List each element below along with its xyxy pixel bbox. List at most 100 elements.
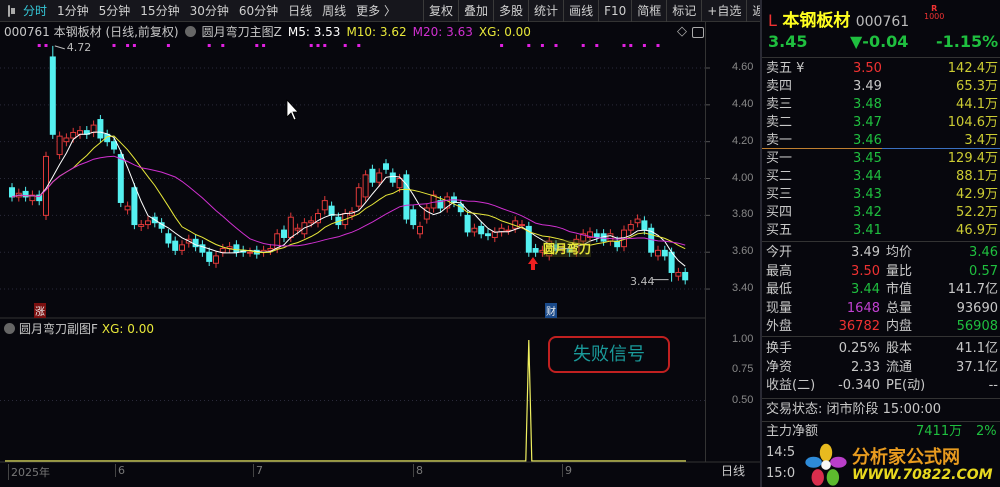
price-change: ▼-0.04 bbox=[850, 32, 909, 51]
flower-logo-icon bbox=[805, 443, 847, 486]
x-axis-label: 9 bbox=[562, 464, 572, 477]
candle-up bbox=[471, 227, 478, 233]
level-volume: 88.1万 bbox=[956, 169, 998, 184]
candle-up bbox=[63, 137, 70, 143]
level-price: 3.42 bbox=[853, 205, 882, 220]
multi-stock-button[interactable]: 多股 bbox=[493, 0, 528, 22]
order-book-row[interactable]: 买五 3.41 46.9万 bbox=[766, 222, 998, 240]
stats-button[interactable]: 统计 bbox=[528, 0, 563, 22]
level-price: 3.41 bbox=[853, 223, 882, 238]
level-label: 买五 bbox=[766, 223, 793, 238]
period-tab-1min[interactable]: 1分钟 bbox=[52, 2, 94, 19]
candle-down bbox=[111, 141, 117, 150]
stat-v2: 0.57 bbox=[969, 263, 998, 279]
signal-dot bbox=[316, 44, 320, 47]
stat-v2: 93690 bbox=[956, 300, 998, 316]
order-book-row[interactable]: 卖三 3.48 44.1万 bbox=[766, 96, 998, 114]
candle-down bbox=[668, 251, 675, 273]
signal-dot bbox=[656, 44, 660, 47]
period-tab-5min[interactable]: 5分钟 bbox=[94, 2, 136, 19]
draw-button[interactable]: 画线 bbox=[563, 0, 598, 22]
candle-up bbox=[675, 271, 682, 277]
candle-up bbox=[138, 224, 145, 227]
signal-label: 圆月弯刀 bbox=[543, 240, 592, 257]
stat-l2: 均价 bbox=[886, 245, 913, 260]
y-axis-label: 3.40 bbox=[732, 282, 754, 295]
stat-l1: 净资 bbox=[766, 359, 793, 375]
level-label: 买四 bbox=[766, 205, 793, 220]
stat-l1: 外盘 bbox=[766, 319, 793, 334]
overlay-button[interactable]: 叠加 bbox=[458, 0, 493, 22]
level-label: 买二 bbox=[766, 169, 793, 184]
stat-v2: 41.1亿 bbox=[956, 341, 998, 356]
order-book-row[interactable]: 买三 3.43 42.9万 bbox=[766, 186, 998, 204]
order-book-row[interactable]: 买二 3.44 88.1万 bbox=[766, 168, 998, 186]
candle-up bbox=[274, 233, 281, 250]
candle-up bbox=[519, 224, 525, 227]
period-tab-daily[interactable]: 日线 bbox=[283, 2, 317, 19]
period-tab-intraday[interactable]: 分时 bbox=[18, 2, 52, 19]
period-tab-weekly[interactable]: 周线 bbox=[317, 2, 351, 19]
candle-up bbox=[213, 255, 219, 264]
mark-button[interactable]: 标记 bbox=[666, 0, 701, 22]
candle-down bbox=[485, 233, 491, 237]
order-book-row[interactable]: 卖五 ¥ 3.50 142.4万 bbox=[766, 60, 998, 78]
candle-down bbox=[117, 154, 124, 203]
candle-down bbox=[682, 271, 689, 281]
quote-header: L 本钢板材 000761 bbox=[768, 6, 909, 31]
order-book-row[interactable]: 买一 3.45 129.4万 bbox=[766, 150, 998, 168]
order-book-row[interactable]: 买四 3.42 52.2万 bbox=[766, 204, 998, 222]
candle-up bbox=[77, 130, 83, 135]
candle-up bbox=[70, 131, 77, 139]
diamond-icon[interactable]: ◇ bbox=[677, 24, 687, 39]
order-book-row[interactable]: 卖四 3.49 65.3万 bbox=[766, 78, 998, 96]
panel-toggle-icon[interactable] bbox=[8, 4, 15, 17]
candle-down bbox=[532, 248, 539, 253]
candle-up bbox=[417, 225, 423, 235]
signal-dot bbox=[595, 44, 599, 47]
sub-indicator-name[interactable]: 圆月弯刀副图F bbox=[19, 320, 98, 337]
marker-cai[interactable]: 财 bbox=[545, 303, 557, 318]
level-volume: 104.6万 bbox=[947, 115, 998, 130]
f10-button[interactable]: F10 bbox=[598, 0, 631, 22]
y-axis-label: 4.00 bbox=[732, 171, 754, 184]
candle-up bbox=[308, 220, 315, 224]
candle-up bbox=[294, 227, 301, 231]
signal-dot bbox=[527, 44, 531, 47]
ma20-value: M20: 3.63 bbox=[412, 24, 473, 39]
stat-l2: 总量 bbox=[886, 300, 913, 316]
stat-l1: 最低 bbox=[766, 282, 793, 297]
candle-up bbox=[627, 224, 634, 231]
sub-chart-legend: 圆月弯刀副图F XG: 0.00 bbox=[4, 320, 154, 337]
top-signal-dots bbox=[37, 44, 660, 47]
indicator-dropdown-icon[interactable] bbox=[4, 323, 15, 334]
indicator-name[interactable]: 圆月弯刀主图Z bbox=[202, 23, 282, 40]
main-chart-legend: 000761 本钢板材 (日线,前复权) 圆月弯刀主图Z M5: 3.53 M1… bbox=[4, 23, 531, 40]
simple-frame-button[interactable]: 简框 bbox=[631, 0, 666, 22]
period-label[interactable]: 日线 bbox=[706, 462, 760, 480]
candle-up bbox=[396, 178, 403, 189]
period-tab-30min[interactable]: 30分钟 bbox=[185, 2, 234, 19]
panel-toggle-icon[interactable] bbox=[692, 27, 704, 38]
fund-flow-row[interactable]: 主力净额 7411万 2% bbox=[766, 423, 998, 441]
high-pointer bbox=[54, 45, 65, 50]
candle-up bbox=[655, 249, 661, 257]
signal-dot bbox=[642, 44, 646, 47]
stock-name: 本钢板材 bbox=[782, 11, 851, 31]
candle-up bbox=[247, 251, 253, 254]
candle-up bbox=[376, 172, 383, 183]
stat-l2: 流通 bbox=[886, 359, 913, 375]
period-tab-more[interactable]: 更多 〉 bbox=[351, 2, 401, 19]
order-book-row[interactable]: 卖二 3.47 104.6万 bbox=[766, 114, 998, 132]
adjust-button[interactable]: 复权 bbox=[423, 0, 458, 22]
marker-zhang[interactable]: 涨 bbox=[34, 303, 46, 318]
period-tab-60min[interactable]: 60分钟 bbox=[234, 2, 283, 19]
candle-up bbox=[607, 233, 614, 242]
indicator-dropdown-icon[interactable] bbox=[184, 26, 196, 37]
level-label: 卖四 bbox=[766, 79, 793, 94]
period-tab-15min[interactable]: 15分钟 bbox=[135, 2, 184, 19]
candle-down bbox=[661, 249, 668, 257]
candle-up bbox=[362, 174, 369, 198]
add-watchlist-button[interactable]: +自选 bbox=[701, 0, 746, 22]
kline-chart[interactable] bbox=[0, 40, 760, 480]
